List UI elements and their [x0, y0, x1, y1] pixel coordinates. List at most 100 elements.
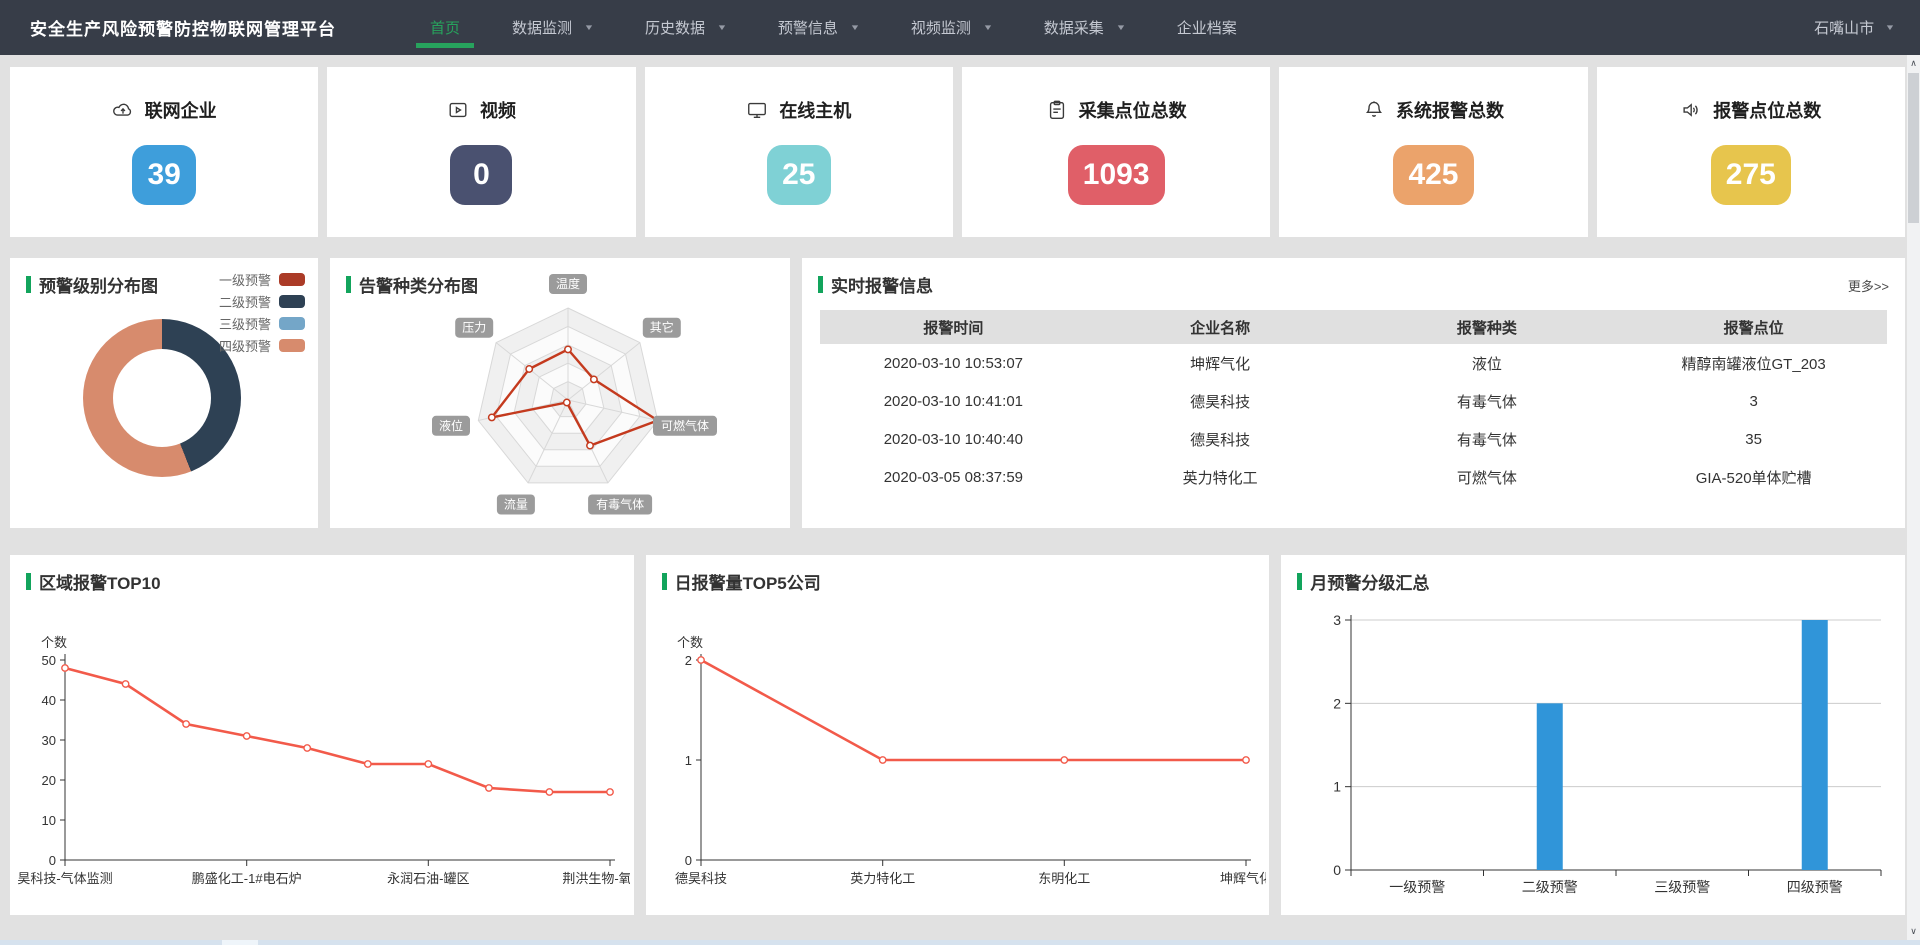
nav-item-history-data[interactable]: 历史数据 ▼	[619, 0, 752, 55]
nav-item-enterprise-archive[interactable]: 企业档案	[1151, 0, 1263, 55]
monitor-icon	[746, 99, 768, 121]
legend-label: 四级预警	[219, 336, 271, 355]
table-cell: 3	[1620, 382, 1887, 420]
svg-text:个数: 个数	[677, 635, 703, 650]
chevron-down-icon: ▼	[1885, 23, 1896, 32]
stat-badge: 25	[767, 145, 830, 205]
legend-item: 三级预警	[219, 312, 305, 334]
table-header-cell: 报警时间	[820, 310, 1087, 344]
nav-item-home[interactable]: 首页	[404, 0, 486, 55]
svg-text:可燃气体: 可燃气体	[661, 418, 709, 433]
scroll-up-icon[interactable]: ∧	[1907, 55, 1920, 71]
clipboard-icon	[1046, 99, 1068, 121]
svg-text:0: 0	[1334, 862, 1342, 878]
region-selector[interactable]: 石嘴山市 ▼	[1814, 17, 1894, 38]
svg-text:二级预警: 二级预警	[1522, 879, 1578, 895]
panel-title-marker	[26, 276, 31, 293]
table-cell: 可燃气体	[1354, 458, 1621, 496]
daily-alarm-top5-chart: 个数012德昊科技英力特化工东明化工坤辉气化	[646, 555, 1266, 915]
stat-card-video: 视频 0	[327, 67, 635, 237]
region-alarm-top10-panel: 区域报警TOP10 个数01020304050昊科技-气体监测鹏盛化工-1#电石…	[10, 555, 634, 915]
svg-text:液位: 液位	[439, 418, 463, 433]
svg-text:坤辉气化: 坤辉气化	[1220, 871, 1266, 886]
nav-item-label: 首页	[430, 17, 460, 38]
table-header-row: 报警时间 企业名称 报警种类 报警点位	[820, 310, 1887, 344]
svg-text:昊科技-气体监测: 昊科技-气体监测	[17, 871, 112, 886]
svg-text:0: 0	[49, 853, 56, 868]
monthly-warning-panel: 月预警分级汇总 0123一级预警二级预警三级预警四级预警	[1281, 555, 1905, 915]
svg-text:50: 50	[42, 653, 56, 668]
nav-item-label: 视频监测	[911, 17, 971, 38]
chevron-down-icon: ▼	[1115, 23, 1126, 32]
svg-text:德昊科技: 德昊科技	[675, 871, 727, 886]
stat-label: 视频	[480, 97, 516, 123]
svg-text:40: 40	[42, 693, 56, 708]
table-cell: 2020-03-10 10:53:07	[820, 344, 1087, 382]
table-cell: 德昊科技	[1087, 420, 1354, 458]
chevron-down-icon: ▼	[850, 23, 861, 32]
stat-badge: 39	[132, 145, 195, 205]
panel-title-marker	[818, 276, 823, 293]
svg-text:其它: 其它	[650, 320, 674, 335]
region-label: 石嘴山市	[1814, 17, 1874, 38]
svg-text:3: 3	[1334, 612, 1342, 628]
table-row[interactable]: 2020-03-10 10:41:01 德昊科技 有毒气体 3	[820, 382, 1887, 420]
taskbar-edge-highlight	[222, 940, 258, 945]
svg-text:四级预警: 四级预警	[1787, 879, 1843, 895]
stat-label: 系统报警总数	[1396, 97, 1504, 123]
panel-title: 实时报警信息	[831, 272, 933, 297]
stat-card-system-alarms: 系统报警总数 425	[1279, 67, 1587, 237]
table-header-cell: 报警点位	[1620, 310, 1887, 344]
nav-item-warning-info[interactable]: 预警信息 ▼	[752, 0, 885, 55]
legend-item: 二级预警	[219, 290, 305, 312]
table-row[interactable]: 2020-03-10 10:53:07 坤辉气化 液位 精醇南罐液位GT_203	[820, 344, 1887, 382]
svg-text:鹏盛化工-1#电石炉: 鹏盛化工-1#电石炉	[192, 871, 302, 886]
nav-item-label: 企业档案	[1177, 17, 1237, 38]
nav-item-video-monitoring[interactable]: 视频监测 ▼	[885, 0, 1018, 55]
svg-text:1: 1	[684, 753, 691, 768]
legend-swatch	[279, 317, 305, 330]
stat-badge: 0	[450, 145, 512, 205]
daily-alarm-top5-panel: 日报警量TOP5公司 个数012德昊科技英力特化工东明化工坤辉气化	[646, 555, 1270, 915]
speaker-icon	[1680, 99, 1702, 121]
app-title: 安全生产风险预警防控物联网管理平台	[30, 15, 336, 40]
scroll-down-icon[interactable]: ∨	[1907, 923, 1920, 939]
table-cell: 德昊科技	[1087, 382, 1354, 420]
svg-text:荆洪生物-氧化反: 荆洪生物-氧化反	[562, 871, 630, 886]
table-cell: 2020-03-05 08:37:59	[820, 458, 1087, 496]
more-link[interactable]: 更多>>	[1848, 276, 1889, 295]
legend-label: 三级预警	[219, 314, 271, 333]
legend-label: 一级预警	[219, 270, 271, 289]
video-icon	[447, 99, 469, 121]
realtime-alarm-panel: 实时报警信息 更多>> 报警时间 企业名称 报警种类 报警点位 2020-03-…	[802, 258, 1905, 528]
scrollbar-thumb[interactable]	[1908, 73, 1919, 223]
table-cell: 35	[1620, 420, 1887, 458]
alarm-type-panel: 告警种类分布图 温度其它可燃气体有毒气体流量液位压力	[330, 258, 790, 528]
vertical-scrollbar[interactable]: ∧ ∨	[1907, 55, 1920, 945]
nav-item-label: 数据监测	[512, 17, 572, 38]
stat-badge: 1093	[1068, 145, 1165, 205]
table-header-cell: 报警种类	[1354, 310, 1621, 344]
svg-text:0: 0	[684, 853, 691, 868]
table-row[interactable]: 2020-03-10 10:40:40 德昊科技 有毒气体 35	[820, 420, 1887, 458]
table-cell: 英力特化工	[1087, 458, 1354, 496]
svg-text:1: 1	[1334, 779, 1342, 795]
svg-text:三级预警: 三级预警	[1655, 879, 1711, 895]
table-cell: GIA-520单体贮槽	[1620, 458, 1887, 496]
nav-item-data-monitoring[interactable]: 数据监测 ▼	[486, 0, 619, 55]
stat-card-alarm-points: 报警点位总数 275	[1597, 67, 1905, 237]
svg-text:温度: 温度	[556, 276, 580, 291]
table-cell: 液位	[1354, 344, 1621, 382]
table-header-cell: 企业名称	[1087, 310, 1354, 344]
chevron-down-icon: ▼	[982, 23, 993, 32]
nav-item-data-collection[interactable]: 数据采集 ▼	[1018, 0, 1151, 55]
donut-legend: 一级预警 二级预警 三级预警 四级预警	[219, 268, 305, 356]
cloud-upload-icon	[112, 99, 134, 121]
middle-row: 预警级别分布图 一级预警 二级预警 三级预警 四级预警	[10, 258, 1905, 528]
warning-level-donut	[83, 319, 241, 477]
stat-badge: 275	[1711, 145, 1791, 205]
stat-card-connected-enterprises: 联网企业 39	[10, 67, 318, 237]
svg-text:一级预警: 一级预警	[1390, 879, 1446, 895]
legend-item: 一级预警	[219, 268, 305, 290]
table-row[interactable]: 2020-03-05 08:37:59 英力特化工 可燃气体 GIA-520单体…	[820, 458, 1887, 496]
